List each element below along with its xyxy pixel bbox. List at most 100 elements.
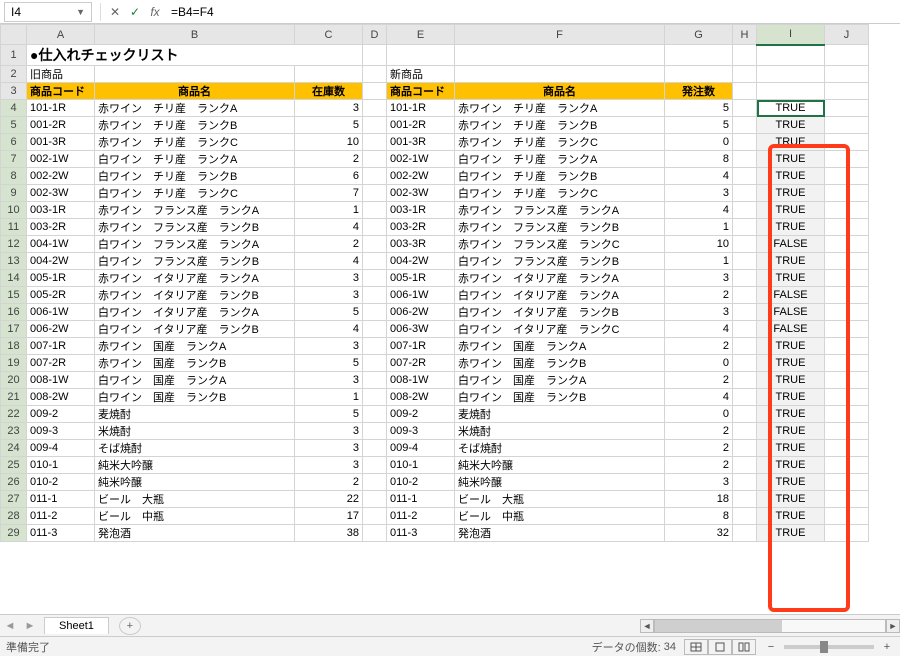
cell-D8[interactable]	[363, 168, 387, 185]
cell-D5[interactable]	[363, 117, 387, 134]
scroll-thumb[interactable]	[655, 620, 782, 632]
cell-B6[interactable]: 赤ワイン チリ産 ランクC	[95, 134, 295, 151]
cell-C5[interactable]: 5	[295, 117, 363, 134]
header-code-new[interactable]: 商品コード	[387, 83, 455, 100]
cell-J5[interactable]	[825, 117, 869, 134]
cell-J13[interactable]	[825, 253, 869, 270]
cell-F23[interactable]: 米焼酎	[455, 423, 665, 440]
row-header-24[interactable]: 24	[1, 440, 27, 457]
header-name-old[interactable]: 商品名	[95, 83, 295, 100]
row-header-2[interactable]: 2	[1, 66, 27, 83]
cell-D11[interactable]	[363, 219, 387, 236]
cell-F13[interactable]: 白ワイン フランス産 ランクB	[455, 253, 665, 270]
cell-F27[interactable]: ビール 大瓶	[455, 491, 665, 508]
cell-G29[interactable]: 32	[665, 525, 733, 542]
cell-B18[interactable]: 赤ワイン 国産 ランクA	[95, 338, 295, 355]
cell-G13[interactable]: 1	[665, 253, 733, 270]
zoom-in-button[interactable]: +	[880, 641, 894, 653]
fx-button[interactable]: fx	[145, 5, 165, 19]
cell-C2[interactable]	[295, 66, 363, 83]
cell-E10[interactable]: 003-1R	[387, 202, 455, 219]
sheet-tab[interactable]: Sheet1	[44, 617, 109, 634]
row-header-17[interactable]: 17	[1, 321, 27, 338]
cell-G9[interactable]: 3	[665, 185, 733, 202]
row-header-7[interactable]: 7	[1, 151, 27, 168]
cell-J23[interactable]	[825, 423, 869, 440]
cell-F19[interactable]: 赤ワイン 国産 ランクB	[455, 355, 665, 372]
cell-E26[interactable]: 010-2	[387, 474, 455, 491]
cell-D27[interactable]	[363, 491, 387, 508]
tab-nav-prev[interactable]: ◄	[0, 620, 20, 632]
cell-B8[interactable]: 白ワイン チリ産 ランクB	[95, 168, 295, 185]
row-header-5[interactable]: 5	[1, 117, 27, 134]
cell-C20[interactable]: 3	[295, 372, 363, 389]
cell-J28[interactable]	[825, 508, 869, 525]
cell-A17[interactable]: 006-2W	[27, 321, 95, 338]
cell-I26[interactable]: TRUE	[757, 474, 825, 491]
cell-B7[interactable]: 白ワイン チリ産 ランクA	[95, 151, 295, 168]
cell-H7[interactable]	[733, 151, 757, 168]
cell-B17[interactable]: 白ワイン イタリア産 ランクB	[95, 321, 295, 338]
scroll-left-button[interactable]: ◄	[640, 619, 654, 633]
cell-F9[interactable]: 白ワイン チリ産 ランクC	[455, 185, 665, 202]
column-header-D[interactable]: D	[363, 25, 387, 45]
row-header-29[interactable]: 29	[1, 525, 27, 542]
cell-I8[interactable]: TRUE	[757, 168, 825, 185]
row-header-19[interactable]: 19	[1, 355, 27, 372]
cell-A5[interactable]: 001-2R	[27, 117, 95, 134]
cell-F5[interactable]: 赤ワイン チリ産 ランクB	[455, 117, 665, 134]
cell-E4[interactable]: 101-1R	[387, 100, 455, 117]
cell-I19[interactable]: TRUE	[757, 355, 825, 372]
cell-F1[interactable]	[455, 45, 665, 66]
cell-D1[interactable]	[363, 45, 387, 66]
cell-D15[interactable]	[363, 287, 387, 304]
cell-E21[interactable]: 008-2W	[387, 389, 455, 406]
cell-H25[interactable]	[733, 457, 757, 474]
tab-nav-next[interactable]: ►	[20, 620, 40, 632]
cell-H6[interactable]	[733, 134, 757, 151]
cell-A9[interactable]: 002-3W	[27, 185, 95, 202]
cell-C26[interactable]: 2	[295, 474, 363, 491]
cell-A21[interactable]: 008-2W	[27, 389, 95, 406]
cell-E19[interactable]: 007-2R	[387, 355, 455, 372]
column-header-I[interactable]: I	[757, 25, 825, 45]
cell-A18[interactable]: 007-1R	[27, 338, 95, 355]
cell-F12[interactable]: 赤ワイン フランス産 ランクC	[455, 236, 665, 253]
scroll-track[interactable]	[654, 619, 886, 633]
sheet-title[interactable]: ●仕入れチェックリスト	[27, 45, 363, 66]
cell-A6[interactable]: 001-3R	[27, 134, 95, 151]
cell-F15[interactable]: 白ワイン イタリア産 ランクA	[455, 287, 665, 304]
cell-H29[interactable]	[733, 525, 757, 542]
cell-E6[interactable]: 001-3R	[387, 134, 455, 151]
cell-E1[interactable]	[387, 45, 455, 66]
cell-F8[interactable]: 白ワイン チリ産 ランクB	[455, 168, 665, 185]
cell-C6[interactable]: 10	[295, 134, 363, 151]
cell-G23[interactable]: 2	[665, 423, 733, 440]
column-header-G[interactable]: G	[665, 25, 733, 45]
column-header-F[interactable]: F	[455, 25, 665, 45]
cell-B12[interactable]: 白ワイン フランス産 ランクA	[95, 236, 295, 253]
row-header-15[interactable]: 15	[1, 287, 27, 304]
row-header-3[interactable]: 3	[1, 83, 27, 100]
cell-C19[interactable]: 5	[295, 355, 363, 372]
cell-I28[interactable]: TRUE	[757, 508, 825, 525]
cell-H2[interactable]	[733, 66, 757, 83]
row-header-18[interactable]: 18	[1, 338, 27, 355]
row-header-12[interactable]: 12	[1, 236, 27, 253]
cell-D4[interactable]	[363, 100, 387, 117]
cell-F24[interactable]: そば焼酎	[455, 440, 665, 457]
cell-A25[interactable]: 010-1	[27, 457, 95, 474]
cell-B20[interactable]: 白ワイン 国産 ランクA	[95, 372, 295, 389]
column-header-A[interactable]: A	[27, 25, 95, 45]
cell-F29[interactable]: 発泡酒	[455, 525, 665, 542]
cell-H19[interactable]	[733, 355, 757, 372]
cell-J22[interactable]	[825, 406, 869, 423]
cell-I5[interactable]: TRUE	[757, 117, 825, 134]
cell-H28[interactable]	[733, 508, 757, 525]
cell-E7[interactable]: 002-1W	[387, 151, 455, 168]
row-header-16[interactable]: 16	[1, 304, 27, 321]
cell-G19[interactable]: 0	[665, 355, 733, 372]
cell-F10[interactable]: 赤ワイン フランス産 ランクA	[455, 202, 665, 219]
cell-H11[interactable]	[733, 219, 757, 236]
cell-D22[interactable]	[363, 406, 387, 423]
